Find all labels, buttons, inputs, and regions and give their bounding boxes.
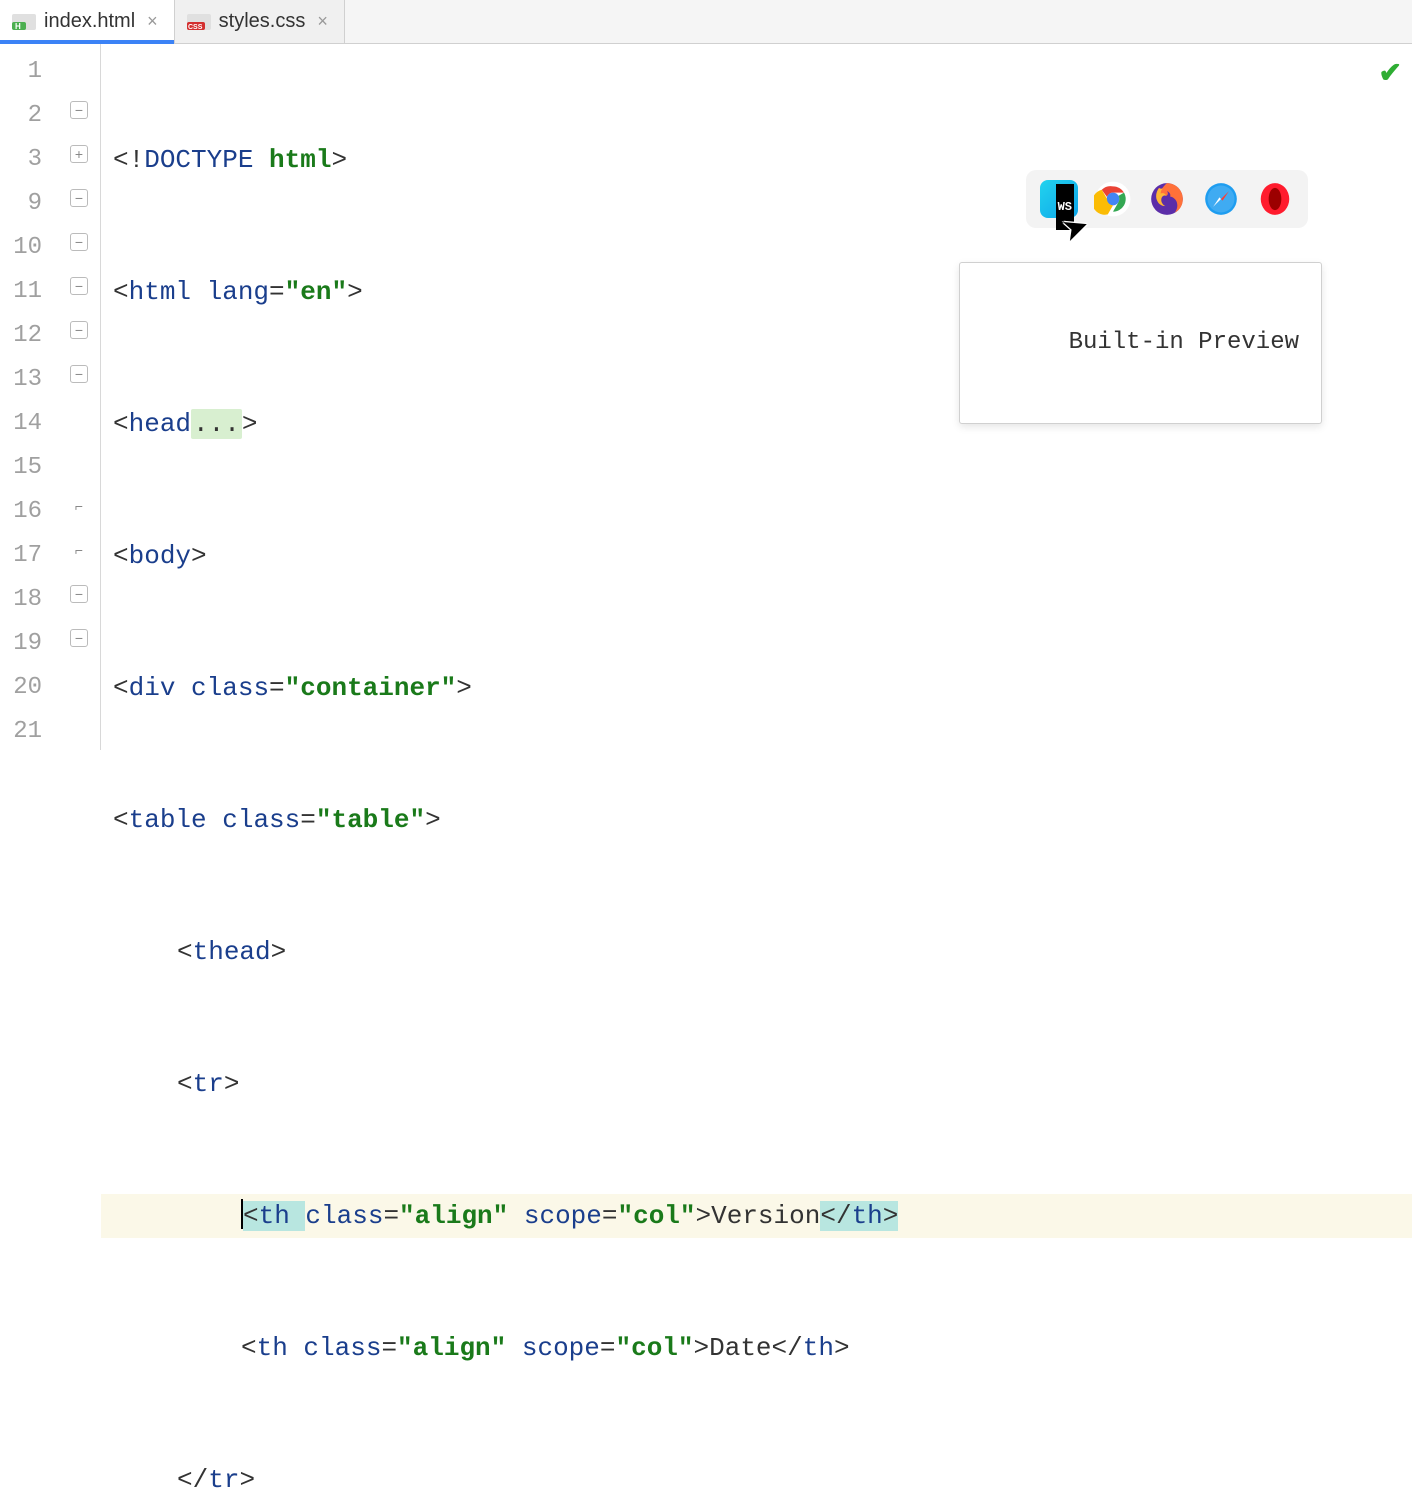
chrome-icon[interactable]	[1094, 180, 1132, 218]
tab-label: styles.css	[219, 10, 306, 33]
webstorm-preview-icon[interactable]	[1040, 180, 1078, 218]
safari-icon[interactable]	[1202, 180, 1240, 218]
close-icon[interactable]: ×	[313, 11, 332, 32]
svg-text:H: H	[15, 22, 21, 31]
fold-gutter: − + − − − − − ⌐ ⌐ − −	[56, 44, 100, 750]
code-line: <div class="container">	[101, 666, 1412, 710]
line-number: 2	[0, 94, 56, 138]
firefox-icon[interactable]	[1148, 180, 1186, 218]
html-file-icon: H	[12, 12, 36, 32]
line-number: 21	[0, 710, 56, 754]
line-number: 17	[0, 534, 56, 578]
fold-end-icon[interactable]: ⌐	[70, 497, 88, 515]
editor-tabs: H index.html × CSS styles.css ×	[0, 0, 1412, 44]
tab-styles-css[interactable]: CSS styles.css ×	[175, 0, 345, 43]
code-line: <th class="align" scope="col">Date</th>	[101, 1326, 1412, 1370]
code-line-current: <th class="align" scope="col">Version</t…	[101, 1194, 1412, 1238]
tooltip-text: Built-in Preview	[1069, 329, 1299, 356]
code-line: <body>	[101, 534, 1412, 578]
fold-toggle-icon[interactable]: −	[70, 321, 88, 339]
browser-preview-panel	[1026, 170, 1308, 228]
fold-toggle-icon[interactable]: −	[70, 629, 88, 647]
code-line: <tr>	[101, 1062, 1412, 1106]
code-line: <table class="table">	[101, 798, 1412, 842]
line-number: 1	[0, 50, 56, 94]
fold-toggle-icon[interactable]: −	[70, 277, 88, 295]
fold-toggle-icon[interactable]: −	[70, 189, 88, 207]
fold-toggle-icon[interactable]: −	[70, 365, 88, 383]
line-number: 19	[0, 622, 56, 666]
fold-toggle-icon[interactable]: −	[70, 585, 88, 603]
line-number: 11	[0, 270, 56, 314]
fold-toggle-icon[interactable]: −	[70, 233, 88, 251]
fold-expand-icon[interactable]: +	[70, 145, 88, 163]
line-number: 18	[0, 578, 56, 622]
tooltip: Built-in Preview	[959, 262, 1322, 424]
line-number-gutter: 1 2 3 9 10 11 12 13 14 15 16 17 18 19 20…	[0, 44, 56, 750]
line-number: 12	[0, 314, 56, 358]
tab-label: index.html	[44, 10, 135, 33]
line-number: 13	[0, 358, 56, 402]
line-number: 3	[0, 138, 56, 182]
line-number: 10	[0, 226, 56, 270]
line-number: 14	[0, 402, 56, 446]
code-line: <thead>	[101, 930, 1412, 974]
svg-text:CSS: CSS	[188, 24, 203, 31]
text-caret	[241, 1199, 243, 1229]
tab-index-html[interactable]: H index.html ×	[0, 0, 175, 43]
line-number: 15	[0, 446, 56, 490]
fold-end-icon[interactable]: ⌐	[70, 541, 88, 559]
code-area[interactable]: <!DOCTYPE html> <html lang="en"> <head..…	[100, 44, 1412, 750]
inspection-ok-icon[interactable]: ✔	[1379, 54, 1402, 98]
line-number: 16	[0, 490, 56, 534]
code-line: </tr>	[101, 1458, 1412, 1500]
line-number: 20	[0, 666, 56, 710]
fold-toggle-icon[interactable]: −	[70, 101, 88, 119]
css-file-icon: CSS	[187, 12, 211, 32]
line-number: 9	[0, 182, 56, 226]
close-icon[interactable]: ×	[143, 11, 162, 32]
code-editor[interactable]: 1 2 3 9 10 11 12 13 14 15 16 17 18 19 20…	[0, 44, 1412, 750]
opera-icon[interactable]	[1256, 180, 1294, 218]
